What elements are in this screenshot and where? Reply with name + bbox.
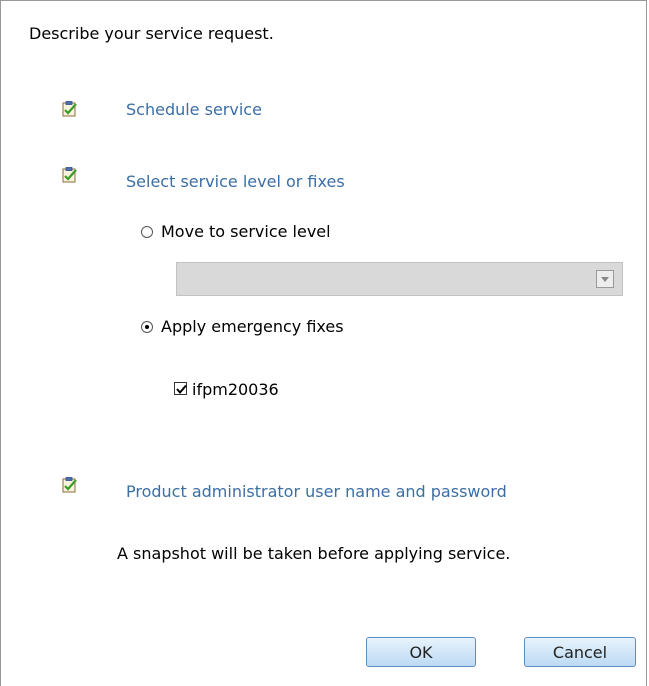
radio-move-label: Move to service level <box>161 222 331 241</box>
chevron-down-icon[interactable] <box>596 270 614 288</box>
ok-button[interactable]: OK <box>366 637 476 667</box>
clipboard-check-icon <box>61 476 79 494</box>
radio-move-to-service-level[interactable] <box>141 226 153 238</box>
fix-checkbox[interactable] <box>174 382 187 395</box>
service-level-dropdown[interactable] <box>176 262 623 296</box>
radio-apply-emergency-fixes[interactable] <box>141 321 153 333</box>
radio-apply-label: Apply emergency fixes <box>161 317 344 336</box>
clipboard-check-icon <box>61 166 79 184</box>
cancel-button[interactable]: Cancel <box>524 637 636 667</box>
clipboard-check-icon <box>61 100 79 118</box>
fix-label: ifpm20036 <box>192 380 279 399</box>
dialog-frame <box>0 0 647 686</box>
step-schedule-service[interactable]: Schedule service <box>126 100 262 119</box>
step-select-service-level[interactable]: Select service level or fixes <box>126 172 345 191</box>
step-product-admin-credentials[interactable]: Product administrator user name and pass… <box>126 482 507 501</box>
snapshot-note: A snapshot will be taken before applying… <box>117 544 511 563</box>
dialog-title: Describe your service request. <box>29 24 274 43</box>
